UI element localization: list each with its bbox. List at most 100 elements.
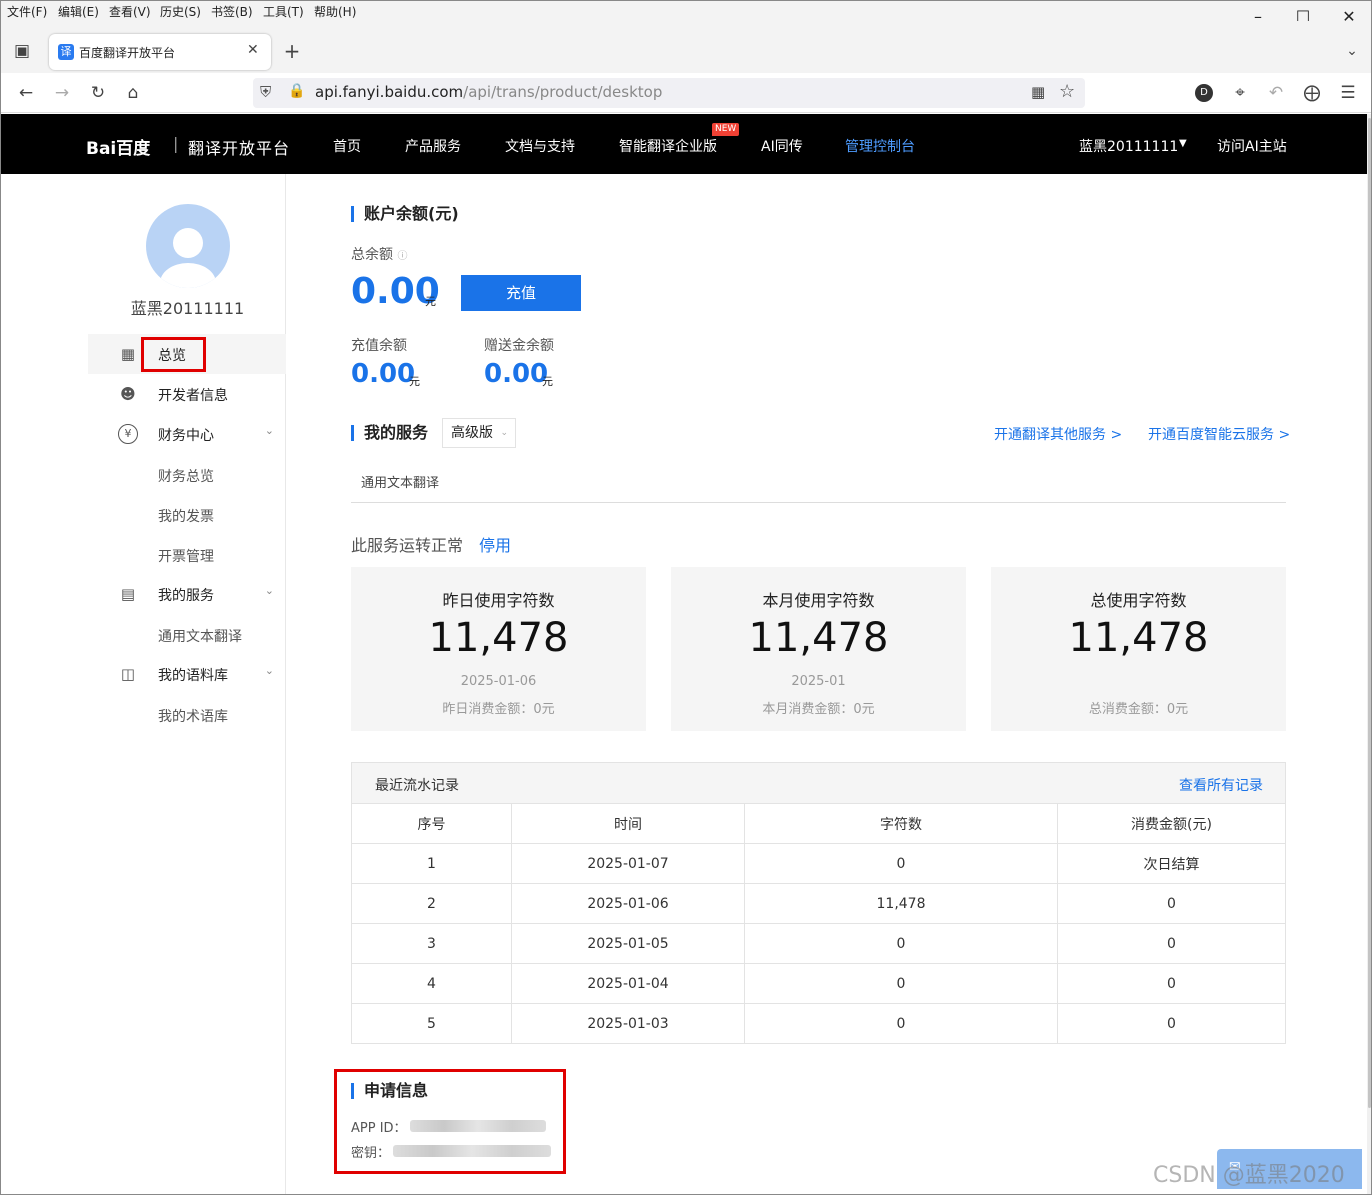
sidebar-item-developer-info[interactable]: ☻ 开发者信息 (88, 374, 286, 414)
sidebar-sub-text-translation[interactable]: 通用文本翻译 (158, 626, 242, 646)
sidebar-item-corpus[interactable]: ◫ 我的语料库 ⌄ (88, 654, 286, 694)
tab-list-chevron-icon[interactable]: ⌄ (1340, 39, 1364, 63)
page-scrollbar[interactable] (1367, 114, 1371, 1194)
chevron-down-icon[interactable]: ⌄ (265, 664, 274, 677)
sidebar-item-label: 开发者信息 (158, 388, 228, 404)
reload-icon[interactable]: ↻ (86, 81, 110, 105)
table-cell: 0 (1057, 1003, 1286, 1044)
sidebar-sub-finance-overview[interactable]: 财务总览 (158, 466, 214, 486)
extensions-icon[interactable]: ⨁ (1300, 81, 1324, 105)
table-row: 5 2025-01-03 0 0 (351, 1003, 1286, 1044)
user-icon: ☻ (120, 385, 136, 403)
home-icon[interactable]: ⌂ (121, 81, 145, 105)
tab-close-icon[interactable]: ✕ (247, 42, 259, 58)
sidebar-username: 蓝黑20111111 (130, 299, 245, 318)
tier-select[interactable]: 高级版 ⌄ (442, 418, 516, 448)
visit-ai-site-link[interactable]: 访问AI主站 (1217, 136, 1287, 156)
table-cell: 5 (351, 1003, 512, 1044)
table-row: 1 2025-01-07 0 次日结算 (351, 843, 1286, 884)
recharge-button[interactable]: 充值 (461, 275, 581, 311)
menu-file[interactable]: 文件(F) (7, 3, 47, 20)
records-title: 最近流水记录 (375, 778, 459, 794)
column-header: 字符数 (744, 803, 1058, 844)
sidebar-item-label: 财务中心 (158, 428, 214, 444)
table-cell: 0 (744, 923, 1058, 964)
user-dropdown-icon[interactable]: ▼ (1179, 138, 1187, 149)
address-bar[interactable]: ⛨ 🔒 api.fanyi.baidu.com/api/trans/produc… (253, 78, 1085, 108)
stat-card-month: 本月使用字符数 11,478 2025-01 本月消费金额：0元 (671, 567, 966, 731)
nav-docs[interactable]: 文档与支持 (505, 136, 575, 156)
sidebar-sub-invoices[interactable]: 我的发票 (158, 506, 214, 526)
stop-service-link[interactable]: 停用 (479, 532, 511, 556)
qr-code-icon[interactable]: ▦ (1031, 83, 1045, 101)
menu-bookmarks[interactable]: 书签(B) (211, 3, 253, 20)
stat-date: 2025-01 (791, 674, 846, 689)
platform-name[interactable]: 翻译开放平台 (188, 135, 290, 159)
back-icon[interactable]: ← (14, 81, 38, 105)
column-header: 序号 (351, 803, 512, 844)
chevron-down-icon[interactable]: ⌄ (265, 584, 274, 597)
open-cloud-services-link[interactable]: 开通百度智能云服务 > (1148, 424, 1290, 444)
crop-icon[interactable]: ⌖ (1228, 81, 1252, 105)
table-row: 3 2025-01-05 0 0 (351, 923, 1286, 964)
service-status: 此服务运转正常 (351, 536, 464, 555)
table-row: 2 2025-01-06 11,478 0 (351, 883, 1286, 924)
menu-tools[interactable]: 工具(T) (263, 3, 304, 20)
sidebar-item-label: 我的语料库 (158, 668, 228, 684)
menu-history[interactable]: 历史(S) (160, 3, 201, 20)
sidebar-sub-terminology[interactable]: 我的术语库 (158, 706, 228, 726)
menu-view[interactable]: 查看(V) (109, 3, 151, 20)
table-cell: 11,478 (744, 883, 1058, 924)
open-other-services-link[interactable]: 开通翻译其他服务 > (994, 424, 1122, 444)
table-cell: 0 (744, 843, 1058, 884)
highlight-box-overview (141, 337, 206, 372)
table-cell: 0 (744, 1003, 1058, 1044)
nav-console[interactable]: 管理控制台 (845, 136, 915, 156)
forward-icon[interactable]: → (50, 81, 74, 105)
user-menu[interactable]: 蓝黑20111111 (1079, 136, 1178, 156)
undo-icon[interactable]: ↶ (1264, 81, 1288, 105)
table-cell: 2025-01-07 (511, 843, 745, 884)
app-menu-icon[interactable]: ☰ (1336, 81, 1360, 105)
nav-enterprise[interactable]: 智能翻译企业版 (619, 136, 717, 156)
table-cell: 2025-01-05 (511, 923, 745, 964)
balance-title: 账户余额(元) (351, 206, 459, 222)
new-tab-icon[interactable]: + (280, 39, 304, 63)
stat-title: 总使用字符数 (1090, 591, 1187, 610)
stat-title: 昨日使用字符数 (442, 591, 555, 610)
table-cell: 4 (351, 963, 512, 1004)
shield-icon[interactable]: ⛨ (260, 83, 271, 101)
browser-tab[interactable]: 译 百度翻译开放平台 ✕ (49, 34, 271, 70)
tab-text-translation[interactable]: 通用文本翻译 (361, 472, 439, 491)
logo-divider: | (173, 134, 179, 153)
menu-bar: 文件(F) 编辑(E) 查看(V) 历史(S) 书签(B) 工具(T) 帮助(H… (1, 1, 1371, 21)
chevron-down-icon[interactable]: ⌄ (265, 424, 274, 437)
help-icon[interactable]: ⓘ (397, 251, 407, 262)
sidebar-item-my-services[interactable]: ▤ 我的服务 ⌄ (88, 574, 286, 614)
nav-products[interactable]: 产品服务 (405, 136, 461, 156)
table-cell: 0 (1057, 883, 1286, 924)
baidu-logo[interactable]: Bai百度 (86, 134, 150, 159)
records-header: 最近流水记录 查看所有记录 (351, 762, 1286, 804)
table-cell: 次日结算 (1057, 843, 1286, 884)
column-header: 消费金额(元) (1057, 803, 1286, 844)
nav-ai-interpretation[interactable]: AI同传 (761, 136, 803, 156)
table-cell: 2 (351, 883, 512, 924)
stat-value: 11,478 (1068, 615, 1209, 661)
stat-cost: 总消费金额：0元 (1088, 702, 1189, 717)
gift-balance-label: 赠送金余额 (484, 338, 554, 354)
stat-cost: 本月消费金额：0元 (762, 702, 875, 717)
recharge-balance-label: 充值余额 (351, 338, 407, 354)
stat-value: 11,478 (428, 615, 569, 661)
tab-overview-icon[interactable]: ▣ (10, 39, 34, 63)
nav-home[interactable]: 首页 (333, 136, 361, 156)
view-all-records-link[interactable]: 查看所有记录 (1179, 775, 1263, 795)
menu-edit[interactable]: 编辑(E) (58, 3, 99, 20)
sidebar-sub-invoice-management[interactable]: 开票管理 (158, 546, 214, 566)
lock-insecure-icon[interactable]: 🔒 (288, 83, 305, 99)
menu-help[interactable]: 帮助(H) (314, 3, 356, 20)
extension-d-icon[interactable]: D (1195, 84, 1213, 102)
unit-label: 元 (409, 375, 420, 388)
sidebar-item-finance[interactable]: ¥ 财务中心 ⌄ (88, 414, 286, 454)
bookmark-star-icon[interactable]: ☆ (1059, 81, 1075, 102)
